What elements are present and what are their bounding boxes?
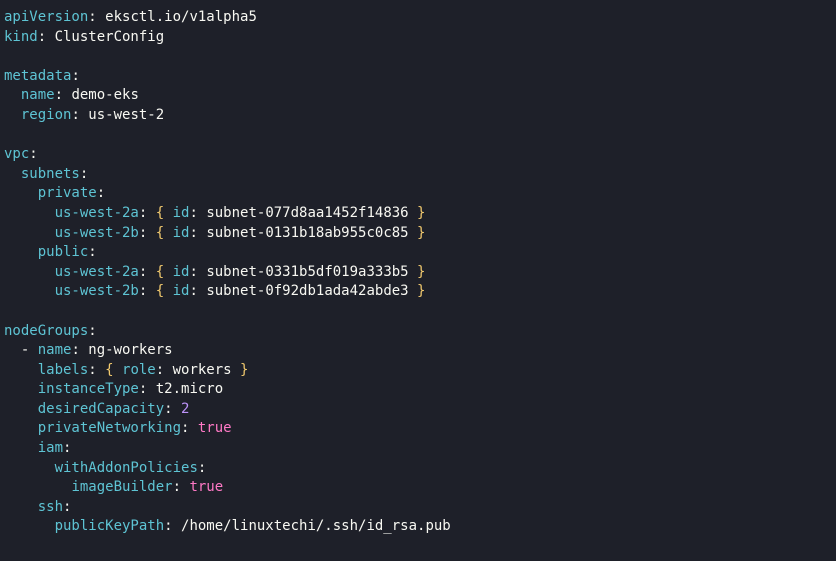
key-id: id [173,283,190,299]
val-role: workers [173,362,232,378]
key-metadata: metadata [4,68,71,84]
key-region: region [21,107,72,123]
key-privatenetworking: privateNetworking [38,420,181,436]
val-privatenetworking: true [198,420,232,436]
val-kind: ClusterConfig [55,29,165,45]
key-withaddonpolicies: withAddonPolicies [55,460,198,476]
val-public-b-id: subnet-0f92db1ada42abde3 [206,283,408,299]
key-subnets: subnets [21,166,80,182]
key-ssh: ssh [38,499,63,515]
val-apiversion: eksctl.io/v1alpha5 [105,9,257,25]
val-private-a-id: subnet-077d8aa1452f14836 [206,205,408,221]
key-id: id [173,205,190,221]
key-publickeypath: publicKeyPath [55,518,165,534]
key-private: private [38,185,97,201]
val-private-b-id: subnet-0131b18ab955c0c85 [206,225,408,241]
key-instancetype: instanceType [38,381,139,397]
key-apiversion: apiVersion [4,9,88,25]
key-id: id [173,225,190,241]
val-instancetype: t2.micro [156,381,223,397]
key-private-az-a: us-west-2a [55,205,139,221]
key-ng-name: name [38,342,72,358]
key-name: name [21,87,55,103]
val-publickeypath: /home/linuxtechi/.ssh/id_rsa.pub [181,518,451,534]
key-iam: iam [38,440,63,456]
val-public-a-id: subnet-0331b5df019a333b5 [206,264,408,280]
val-region: us-west-2 [88,107,164,123]
key-private-az-b: us-west-2b [55,225,139,241]
key-labels: labels [38,362,89,378]
key-id: id [173,264,190,280]
key-role: role [122,362,156,378]
key-nodegroups: nodeGroups [4,323,88,339]
val-desiredcapacity: 2 [181,401,189,417]
list-dash: - [21,342,38,358]
key-desiredcapacity: desiredCapacity [38,401,164,417]
val-name: demo-eks [71,87,138,103]
key-imagebuilder: imageBuilder [71,479,172,495]
key-public: public [38,244,89,260]
val-ng-name: ng-workers [88,342,172,358]
key-public-az-b: us-west-2b [55,283,139,299]
val-imagebuilder: true [189,479,223,495]
yaml-code-block: apiVersion: eksctl.io/v1alpha5kind: Clus… [4,8,832,537]
key-vpc: vpc [4,146,29,162]
key-kind: kind [4,29,38,45]
key-public-az-a: us-west-2a [55,264,139,280]
